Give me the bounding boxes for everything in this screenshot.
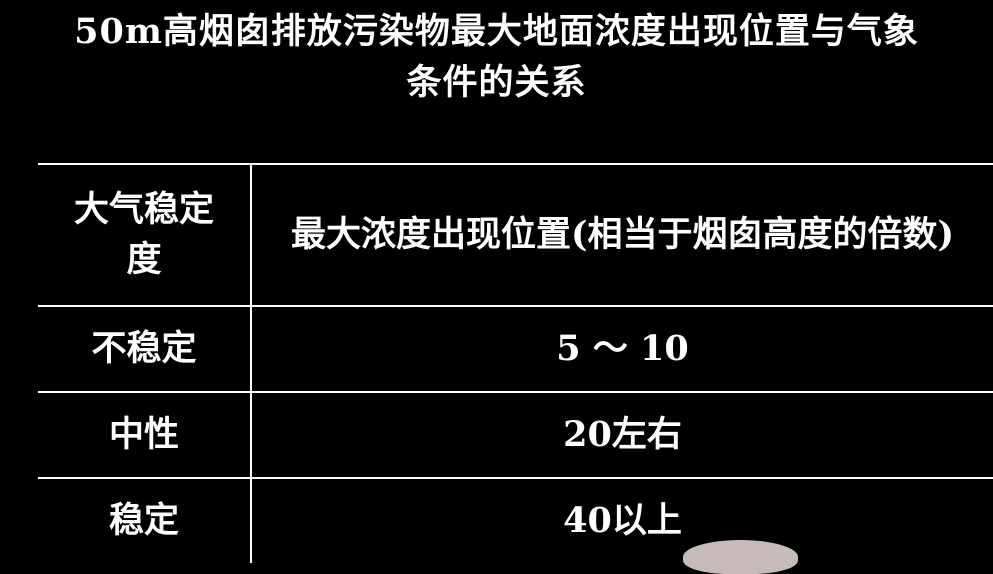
cell-stability: 不稳定 (38, 306, 252, 393)
smudge-mark (683, 540, 798, 574)
cell-stability: 稳定 (38, 478, 252, 563)
title-line-2: 条件的关系 (406, 62, 587, 103)
page-title: 50m高烟囱排放污染物最大地面浓度出现位置与气象 条件的关系 (0, 6, 993, 108)
cell-stability: 中性 (38, 392, 252, 479)
table-row: 不稳定 5 ～ 10 (38, 306, 993, 393)
header-cell-max-position: 最大浓度出现位置(相当于烟囱高度的倍数) (251, 163, 993, 307)
cell-position: 40以上 (563, 500, 682, 541)
header-cell-stability: 大气稳定度 (38, 163, 252, 307)
table-row: 稳定 40以上 (38, 478, 993, 563)
relation-table-wrapper: 大气稳定度 最大浓度出现位置(相当于烟囱高度的倍数) 不稳定 5 ～ 10 中性… (38, 163, 993, 563)
table-row: 中性 20左右 (38, 392, 993, 479)
cell-position: 20左右 (251, 392, 993, 479)
table-header-row: 大气稳定度 最大浓度出现位置(相当于烟囱高度的倍数) (38, 163, 993, 307)
cell-position: 5 ～ 10 (251, 306, 993, 393)
relation-table: 大气稳定度 最大浓度出现位置(相当于烟囱高度的倍数) 不稳定 5 ～ 10 中性… (38, 163, 993, 563)
title-line-1: 50m高烟囱排放污染物最大地面浓度出现位置与气象 (74, 11, 919, 52)
